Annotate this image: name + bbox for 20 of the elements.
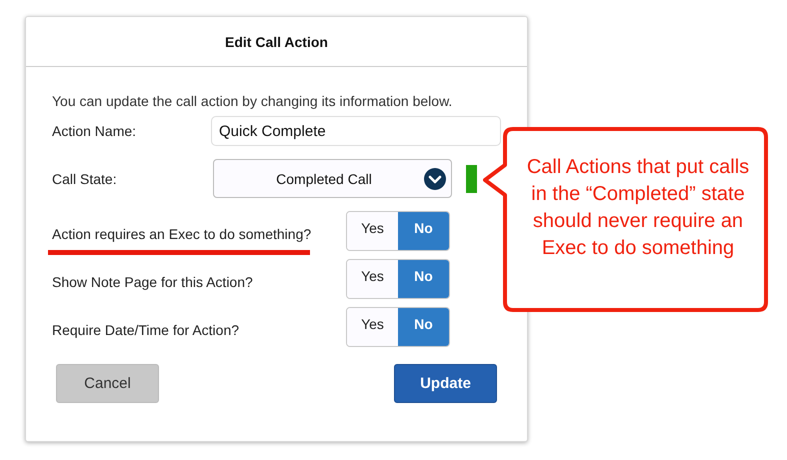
dropdown[interactable]: Completed Call (213, 159, 452, 198)
toggle-option[interactable]: Yes (347, 260, 398, 298)
toggle-option[interactable]: No (398, 212, 449, 250)
field-label: Call State: (52, 170, 118, 186)
input-field[interactable]: Quick Complete (211, 116, 501, 146)
question-label: Action requires an Exec to do something? (52, 226, 312, 242)
field-label: Action Name: (52, 123, 138, 139)
question-label: Show Note Page for this Action? (52, 274, 253, 290)
toggle-option[interactable]: Yes (347, 308, 398, 346)
toggle-option[interactable]: Yes (347, 212, 398, 250)
chevron-down-icon (424, 168, 446, 190)
cancel-button[interactable]: Cancel (56, 364, 159, 403)
toggle-option[interactable]: No (398, 260, 449, 298)
status-marker (466, 164, 477, 192)
toggle-option[interactable]: No (398, 308, 449, 346)
update-button[interactable]: Update (394, 364, 497, 403)
description-text: You can update the call action by changing its information below. (52, 93, 454, 109)
question-label: Require Date/Time for Action? (52, 322, 240, 338)
dialog-title: Edit Call Action (225, 34, 328, 50)
callout-text: Call Actions that put calls in the “Completed” state should never require an Exec to do something (526, 155, 750, 261)
